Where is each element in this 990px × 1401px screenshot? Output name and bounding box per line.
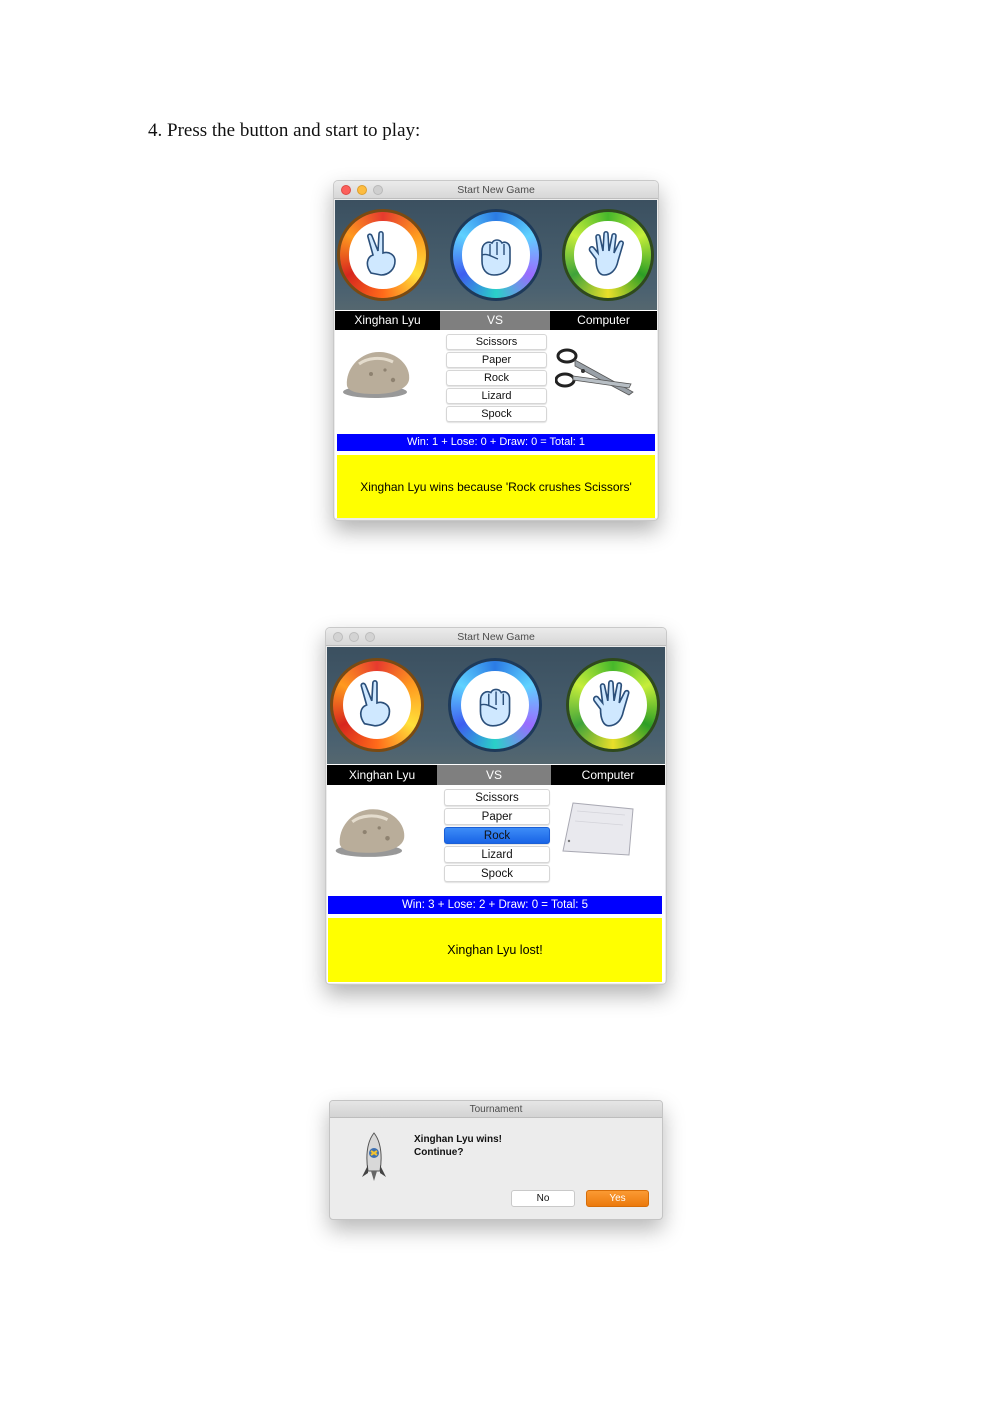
- scissors-hand-icon: [340, 212, 426, 298]
- paper-hand-icon: [569, 661, 657, 749]
- score-bar: Win: 3 + Lose: 2 + Draw: 0 = Total: 5: [328, 896, 662, 914]
- yes-button[interactable]: Yes: [586, 1190, 649, 1207]
- game-content: Xinghan Lyu VS Computer Scissors Paper R…: [335, 200, 657, 518]
- rock-fist-icon: [453, 212, 539, 298]
- game-window-1: Start New Game Xinghan Lyu VS Computer S…: [333, 180, 659, 521]
- score-bar: Win: 1 + Lose: 0 + Draw: 0 = Total: 1: [337, 434, 655, 451]
- window-title: Start New Game: [457, 184, 535, 196]
- game-window-2: Start New Game Xinghan Lyu VS Computer S…: [325, 627, 667, 985]
- opponent-label: Computer: [550, 311, 657, 330]
- scissors-hand-icon: [333, 661, 421, 749]
- tournament-dialog: Tournament Xinghan Lyu wins! Continue? N…: [329, 1100, 663, 1220]
- choice-scissors-button[interactable]: Scissors: [446, 334, 547, 350]
- result-message: Xinghan Lyu lost!: [447, 943, 543, 957]
- player-label: Xinghan Lyu: [327, 765, 437, 785]
- choice-paper-button[interactable]: Paper: [446, 352, 547, 368]
- result-panel: Xinghan Lyu wins because 'Rock crushes S…: [337, 455, 655, 518]
- document-heading: 4. Press the button and start to play:: [148, 120, 421, 141]
- dialog-message: Xinghan Lyu wins! Continue?: [414, 1133, 502, 1159]
- hands-banner: [327, 647, 665, 764]
- minimize-window-button[interactable]: [349, 632, 359, 642]
- player-rock-image: [343, 352, 410, 398]
- rock-fist-icon: [451, 661, 539, 749]
- player-rock-image: [335, 809, 405, 857]
- choice-list: Scissors Paper Rock Lizard Spock: [446, 334, 547, 422]
- result-message: Xinghan Lyu wins because 'Rock crushes S…: [360, 479, 632, 494]
- choice-paper-button[interactable]: Paper: [444, 808, 550, 825]
- no-button[interactable]: No: [511, 1190, 575, 1207]
- choice-spock-button[interactable]: Spock: [446, 406, 547, 422]
- dialog-message-line2: Continue?: [414, 1147, 464, 1158]
- hands-banner: [335, 200, 657, 310]
- opponent-label: Computer: [551, 765, 665, 785]
- zoom-window-button[interactable]: [373, 185, 383, 195]
- window-title: Start New Game: [457, 631, 535, 643]
- python-rocket-icon: [362, 1132, 386, 1181]
- vs-label: VS: [440, 311, 550, 330]
- choice-rock-button[interactable]: Rock: [446, 370, 547, 386]
- choice-lizard-button[interactable]: Lizard: [446, 388, 547, 404]
- zoom-window-button[interactable]: [365, 632, 375, 642]
- choice-spock-button[interactable]: Spock: [444, 865, 550, 882]
- vs-label: VS: [437, 765, 551, 785]
- result-panel: Xinghan Lyu lost!: [328, 918, 662, 982]
- choice-lizard-button[interactable]: Lizard: [444, 846, 550, 863]
- paper-hand-icon: [565, 212, 651, 298]
- choice-scissors-button[interactable]: Scissors: [444, 789, 550, 806]
- close-window-button[interactable]: [333, 632, 343, 642]
- computer-paper-image: [562, 802, 634, 856]
- minimize-window-button[interactable]: [357, 185, 367, 195]
- window-titlebar: Start New Game: [334, 181, 658, 199]
- choice-rock-button[interactable]: Rock: [444, 827, 550, 844]
- dialog-title: Tournament: [330, 1101, 662, 1118]
- choice-list: Scissors Paper Rock Lizard Spock: [444, 789, 550, 882]
- player-name-row: Xinghan Lyu VS Computer: [327, 765, 665, 785]
- window-titlebar: Start New Game: [326, 628, 666, 646]
- computer-scissors-image: [555, 348, 634, 396]
- player-label: Xinghan Lyu: [335, 311, 440, 330]
- dialog-message-line1: Xinghan Lyu wins!: [414, 1134, 502, 1145]
- player-name-row: Xinghan Lyu VS Computer: [335, 311, 657, 330]
- close-window-button[interactable]: [341, 185, 351, 195]
- game-content: Xinghan Lyu VS Computer Scissors Paper R…: [327, 647, 665, 983]
